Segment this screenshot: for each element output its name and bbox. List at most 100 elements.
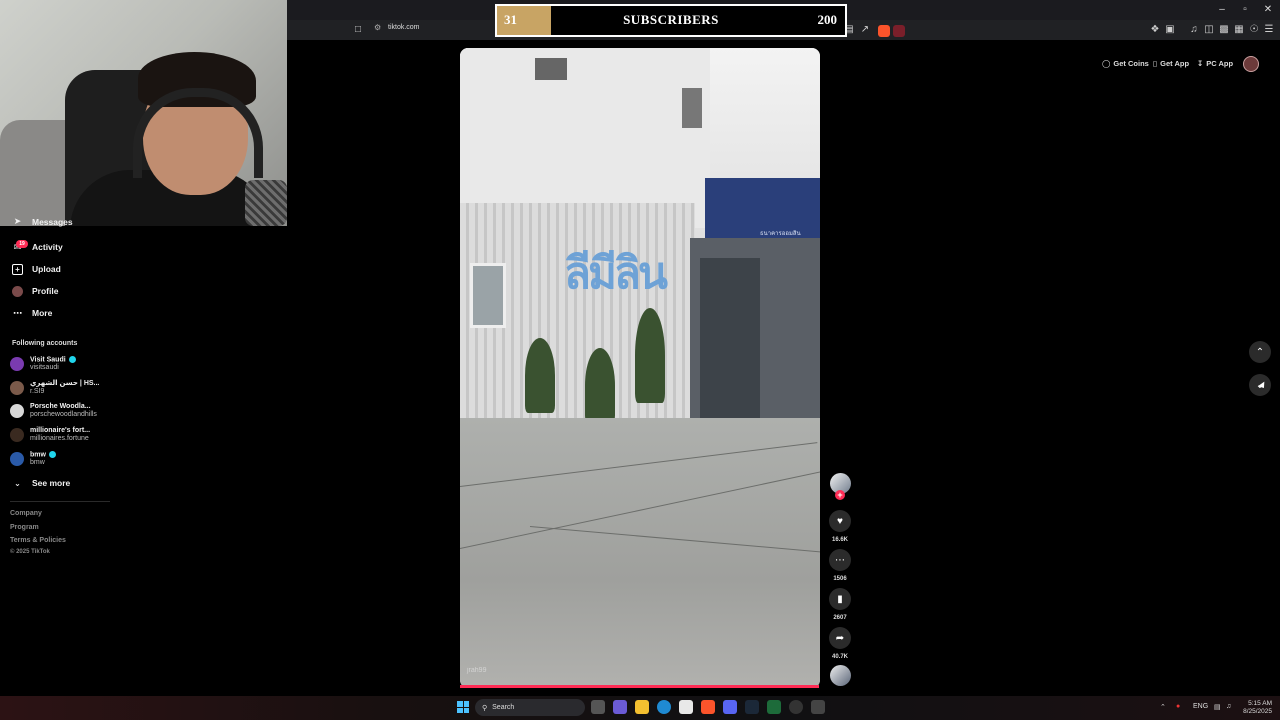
account-name: Porsche Woodla... <box>30 403 91 410</box>
sidebar-divider <box>10 501 110 502</box>
taskbar-search[interactable]: ⚲ Search <box>475 699 585 716</box>
video-progress-bar[interactable] <box>460 685 819 688</box>
maximize-button[interactable]: ▫ <box>1234 2 1256 18</box>
task-view-icon[interactable] <box>591 700 605 714</box>
pc-app-link[interactable]: ↧ PC App <box>1197 59 1233 68</box>
previous-video-button[interactable]: ⌃ <box>1249 341 1271 363</box>
account-avatar <box>10 428 24 442</box>
account-name: millionaire's fort... <box>30 427 91 434</box>
microphone-icon[interactable]: ● <box>1176 703 1180 710</box>
sidebar-item-more[interactable]: ⋯ More <box>12 304 52 322</box>
screenshot-icon[interactable]: ▣ <box>1162 22 1178 38</box>
volume-icon[interactable]: ♫ <box>1226 703 1231 710</box>
verified-badge-icon <box>68 355 76 363</box>
follow-plus-icon[interactable]: + <box>835 490 845 500</box>
following-account-item[interactable]: Porsche Woodla... porschewoodlandhills <box>10 400 97 422</box>
video-window <box>535 58 567 80</box>
brave-shield-icon[interactable] <box>878 25 890 37</box>
file-explorer-icon[interactable] <box>635 700 649 714</box>
like-count: 16.6K <box>831 537 848 543</box>
site-info-icon[interactable]: ⚙ <box>374 23 381 32</box>
store-icon[interactable] <box>679 700 693 714</box>
footer-link-program[interactable]: Program <box>10 524 39 531</box>
edge-icon[interactable] <box>657 700 671 714</box>
message-icon: ➤ <box>13 217 22 226</box>
get-app-link[interactable]: ▯ Get App <box>1153 59 1189 68</box>
account-username: millionaires.fortune <box>30 435 89 442</box>
terminal-icon[interactable] <box>767 700 781 714</box>
save-button[interactable]: ▮ <box>829 588 851 610</box>
video-window <box>682 88 702 128</box>
video-bank-sign-text: ธนาคารออมสิน <box>760 231 801 237</box>
see-more-button[interactable]: ⌄ See more <box>12 474 70 492</box>
account-username: bmw <box>30 459 45 467</box>
taskbar-clock[interactable]: 5:15 AM 8/25/2025 <box>1240 700 1272 716</box>
save-count: 2607 <box>833 615 847 621</box>
shield-icon[interactable]: ☉ <box>1246 22 1262 38</box>
clock-time: 5:15 AM <box>1248 700 1272 707</box>
share-icon[interactable]: ↗ <box>857 22 873 38</box>
account-name: Visit Saudi <box>30 356 66 364</box>
vpn-icon[interactable]: ▦ <box>1231 22 1247 38</box>
wallet-icon[interactable]: ▩ <box>1216 22 1232 38</box>
get-app-label: Get App <box>1160 59 1190 68</box>
app-icon[interactable] <box>811 700 825 714</box>
network-icon[interactable]: ▤ <box>1214 703 1221 711</box>
webcam-overlay <box>0 0 287 226</box>
activity-badge: 19 <box>16 240 28 248</box>
obs-icon[interactable] <box>789 700 803 714</box>
following-account-item[interactable]: Visit Saudi visitsaudi <box>10 353 76 375</box>
close-window-button[interactable]: ✕ <box>1257 2 1279 18</box>
footer-link-company[interactable]: Company <box>10 510 42 517</box>
video-pavement <box>460 418 820 688</box>
get-coins-link[interactable]: ◯ Get Coins <box>1102 59 1149 68</box>
heart-icon: ♥ <box>837 515 843 527</box>
search-icon: ⚲ <box>482 704 488 712</box>
music-disc-icon[interactable] <box>830 665 851 686</box>
user-avatar[interactable] <box>1243 56 1259 72</box>
address-bar[interactable]: tiktok.com <box>388 24 420 31</box>
footer-link-terms[interactable]: Terms & Policies <box>10 537 66 544</box>
plus-square-icon: + <box>12 263 23 275</box>
minimize-button[interactable]: – <box>1211 2 1233 18</box>
video-player[interactable]: ธนาคารออมสิน ลีมีลิน <box>460 48 820 688</box>
sidebar-item-messages[interactable]: ➤ Messages <box>12 217 73 227</box>
tray-overflow-icon[interactable]: ⌃ <box>1160 703 1166 711</box>
steam-icon[interactable] <box>745 700 759 714</box>
language-indicator[interactable]: ENG <box>1193 703 1208 710</box>
sidebar-item-upload[interactable]: + Upload <box>12 260 61 278</box>
subscriber-label: SUBSCRIBERS <box>623 12 719 27</box>
account-name: حسن الشهري | HS... <box>30 380 100 387</box>
coin-icon: ◯ <box>1102 59 1111 68</box>
sidebar-item-label: Messages <box>32 217 73 227</box>
footer-copyright: © 2025 TikTok <box>10 549 50 555</box>
subscriber-goal-overlay: 31 SUBSCRIBERS 200 <box>495 4 847 37</box>
brave-icon[interactable] <box>701 700 715 714</box>
video-window <box>470 263 506 328</box>
sidebar-item-profile[interactable]: Profile <box>12 282 58 300</box>
following-account-item[interactable]: bmw bmw <box>10 448 56 470</box>
windows-start-icon[interactable] <box>457 701 469 713</box>
clock-date: 8/25/2025 <box>1243 708 1272 715</box>
discord-icon[interactable] <box>723 700 737 714</box>
brave-rewards-icon[interactable] <box>893 25 905 37</box>
comment-icon: ⋯ <box>835 554 845 566</box>
following-account-item[interactable]: حسن الشهري | HS... r.SI9 <box>10 377 99 399</box>
comment-button[interactable]: ⋯ <box>829 549 851 571</box>
menu-icon[interactable]: ☰ <box>1261 22 1277 38</box>
sidebar-item-label: Profile <box>32 286 59 296</box>
media-icon[interactable]: ♫ <box>1186 22 1202 38</box>
copilot-icon[interactable] <box>613 700 627 714</box>
following-account-item[interactable]: millionaire's fort... millionaires.fortun… <box>10 424 90 446</box>
sidebar-icon[interactable]: ◫ <box>1201 22 1217 38</box>
share-button[interactable]: ➦ <box>829 627 851 649</box>
extensions-icon[interactable]: ❖ <box>1147 22 1163 38</box>
like-button[interactable]: ♥ <box>829 510 851 532</box>
share-count: 40.7K <box>831 654 848 660</box>
account-avatar <box>10 357 24 371</box>
video-storefront-sign: ลีมีลิน <box>564 248 668 299</box>
bookmark-icon[interactable]: □ <box>350 22 366 38</box>
video-building-facade <box>460 48 710 228</box>
account-avatar <box>10 381 24 395</box>
account-avatar <box>10 404 24 418</box>
